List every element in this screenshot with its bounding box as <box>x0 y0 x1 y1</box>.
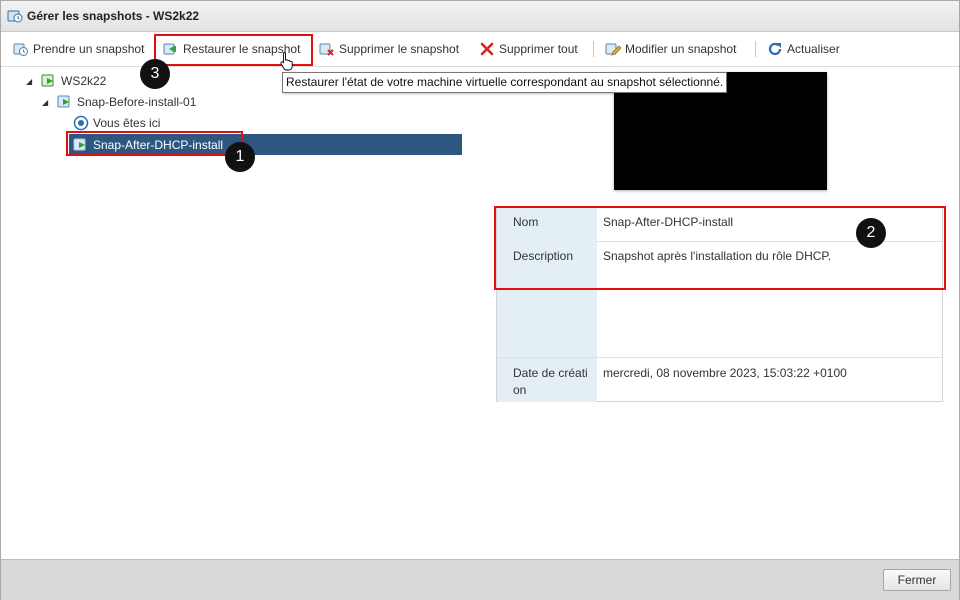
toolbar-separator <box>593 41 594 57</box>
window-title: Gérer les snapshots - WS2k22 <box>27 9 200 23</box>
refresh-button[interactable]: Actualiser <box>767 40 840 58</box>
delete-snapshot-button[interactable]: Supprimer le snapshot <box>319 40 459 58</box>
close-button[interactable]: Fermer <box>883 569 951 591</box>
tree-item-label: Snap-Before-install-01 <box>77 95 197 109</box>
edit-snapshot-label: Modifier un snapshot <box>625 42 737 56</box>
tree-item-root[interactable]: WS2k22 <box>41 72 106 90</box>
toolbar-separator <box>755 41 756 57</box>
manage-snapshots-dialog: Gérer les snapshots - WS2k22 Prendre un … <box>0 0 960 600</box>
annotation-badge-3: 3 <box>140 59 170 89</box>
take-snapshot-label: Prendre un snapshot <box>33 42 145 56</box>
delete-all-button[interactable]: Supprimer tout <box>479 40 578 58</box>
tree-item-current-state[interactable]: Vous êtes ici <box>73 114 160 132</box>
snapshot-icon <box>57 95 70 108</box>
delete-snapshot-icon <box>319 43 334 56</box>
edit-snapshot-icon <box>605 43 621 56</box>
restore-tooltip: Restaurer l'état de votre machine virtue… <box>282 72 728 93</box>
details-key: Date de création <box>497 358 597 402</box>
refresh-label: Actualiser <box>787 42 840 56</box>
delete-all-icon <box>480 42 494 56</box>
details-value: mercredi, 08 novembre 2023, 15:03:22 +01… <box>603 366 847 380</box>
annotation-badge-1: 1 <box>225 142 255 172</box>
details-row-date: Date de création mercredi, 08 novembre 2… <box>497 358 942 402</box>
you-are-here-icon <box>73 115 89 131</box>
snapshot-manager-icon <box>7 10 23 23</box>
take-snapshot-button[interactable]: Prendre un snapshot <box>13 40 144 58</box>
dialog-footer: Fermer <box>1 559 959 600</box>
tree-item-snapshot[interactable]: Snap-Before-install-01 <box>57 93 196 111</box>
tree-item-label: Vous êtes ici <box>93 116 161 130</box>
tree-item-label: WS2k22 <box>61 74 107 88</box>
title-bar: Gérer les snapshots - WS2k22 <box>1 1 959 32</box>
annotation-box-1 <box>66 131 243 156</box>
take-snapshot-icon <box>13 43 28 56</box>
collapse-arrow-icon[interactable]: ◢ <box>42 98 48 107</box>
delete-all-label: Supprimer tout <box>499 42 578 56</box>
edit-snapshot-button[interactable]: Modifier un snapshot <box>605 40 736 58</box>
hand-cursor-icon <box>280 52 293 71</box>
collapse-arrow-icon[interactable]: ◢ <box>26 77 32 86</box>
annotation-badge-2: 2 <box>856 218 886 248</box>
annotation-box-2 <box>494 206 946 290</box>
delete-snapshot-label: Supprimer le snapshot <box>339 42 460 56</box>
vm-icon <box>41 74 54 87</box>
refresh-icon <box>768 42 782 56</box>
